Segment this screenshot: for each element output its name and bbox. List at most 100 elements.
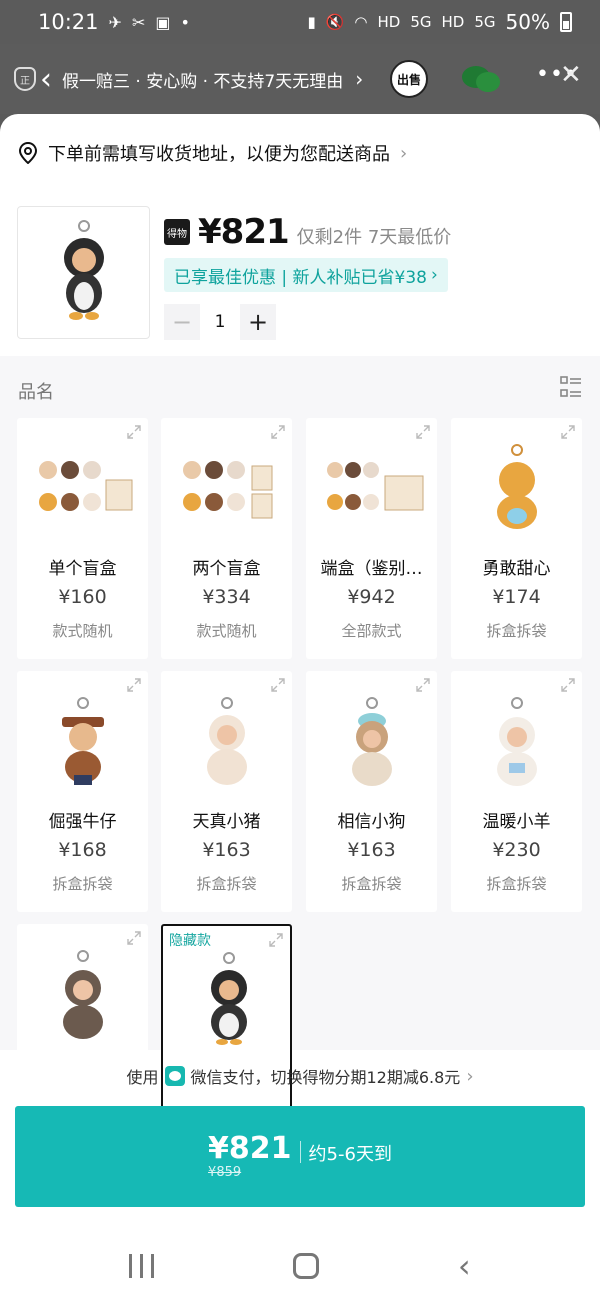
guarantee-text: 假一赔三 · 安心购 · 不支持7天无理由 bbox=[62, 71, 344, 92]
original-price: ¥859 bbox=[208, 1165, 242, 1180]
option-tag: 拆盒拆袋 bbox=[52, 875, 113, 893]
option-image bbox=[161, 695, 292, 795]
option-tag: 款式随机 bbox=[196, 622, 257, 640]
wifi-icon: ◠ bbox=[354, 13, 368, 31]
option-card[interactable]: 勇敢甜心 ¥174 拆盒拆袋 bbox=[451, 418, 582, 659]
doll-image bbox=[63, 219, 104, 320]
status-bar: 10:21 ✈ ✂ ▣ • ▮ 🔇 ◠ HD 5G HD 5G 50% bbox=[0, 0, 600, 44]
option-name: 勇敢甜心 bbox=[482, 559, 551, 579]
expand-icon[interactable] bbox=[268, 932, 284, 948]
option-card[interactable]: 端盒（鉴别… ¥942 全部款式 bbox=[306, 418, 437, 659]
dewu-brand-badge: 得物 bbox=[164, 219, 190, 245]
wechat-icon[interactable] bbox=[461, 64, 501, 94]
expand-icon[interactable] bbox=[126, 677, 142, 693]
battery-percent: 50% bbox=[505, 10, 550, 34]
option-name: 单个盲盒 bbox=[48, 559, 117, 579]
mute-icon: 🔇 bbox=[325, 13, 345, 31]
hd-label-1: HD bbox=[377, 13, 401, 31]
list-view-toggle-icon[interactable] bbox=[560, 376, 582, 398]
signal-5g-label-1: 5G bbox=[410, 13, 432, 31]
option-tag: 拆盒拆袋 bbox=[341, 875, 402, 893]
guarantee-banner[interactable]: 正 ‹ 假一赔三 · 安心购 · 不支持7天无理由 › bbox=[14, 62, 363, 97]
option-name: 倔强牛仔 bbox=[48, 812, 117, 832]
option-image bbox=[161, 442, 292, 542]
option-image bbox=[306, 442, 437, 542]
hd-label-2: HD bbox=[441, 13, 465, 31]
divider bbox=[299, 1140, 301, 1163]
option-card[interactable]: 单个盲盒 ¥160 款式随机 bbox=[17, 418, 148, 659]
option-card[interactable]: 天真小猪 ¥163 拆盒拆袋 bbox=[161, 671, 292, 912]
stock-note: 仅剩2件 7天最低价 bbox=[296, 227, 452, 248]
option-price: ¥160 bbox=[58, 586, 107, 608]
recent-apps-button[interactable] bbox=[129, 1254, 155, 1278]
expand-icon[interactable] bbox=[270, 424, 286, 440]
promo-text: 已享最佳优惠 | 新人补贴已省¥38 bbox=[174, 267, 427, 288]
option-image bbox=[163, 950, 290, 1050]
option-price: ¥174 bbox=[492, 586, 541, 608]
back-icon[interactable]: ‹ bbox=[40, 62, 52, 97]
option-image bbox=[451, 442, 582, 542]
option-card[interactable]: 温暖小羊 ¥230 拆盒拆袋 bbox=[451, 671, 582, 912]
gallery-icon: ▣ bbox=[155, 12, 171, 32]
product-price: ¥821 bbox=[198, 212, 290, 252]
option-tag: 拆盒拆袋 bbox=[486, 622, 547, 640]
status-time: 10:21 bbox=[38, 10, 99, 34]
option-price: ¥230 bbox=[492, 839, 541, 861]
expand-icon[interactable] bbox=[560, 677, 576, 693]
home-button[interactable] bbox=[293, 1253, 320, 1279]
option-name: 端盒（鉴别… bbox=[320, 559, 423, 579]
product-thumbnail[interactable] bbox=[17, 206, 150, 339]
option-name: 相信小狗 bbox=[337, 812, 406, 832]
background-page-header: 正 ‹ 假一赔三 · 安心购 · 不支持7天无理由 › 出售 ••• ✕ bbox=[0, 44, 600, 114]
expand-icon[interactable] bbox=[270, 677, 286, 693]
address-prompt-text: 下单前需填写收货地址，以便为您配送商品 bbox=[48, 144, 390, 165]
option-image bbox=[451, 695, 582, 795]
sell-button[interactable]: 出售 bbox=[390, 60, 428, 98]
option-tag: 款式随机 bbox=[52, 622, 113, 640]
product-summary: 得物 ¥821 仅剩2件 7天最低价 已享最佳优惠 | 新人补贴已省¥38 › … bbox=[17, 206, 583, 356]
option-name: 两个盲盒 bbox=[192, 559, 261, 579]
payment-text: 微信支付，切换得物分期12期减6.8元 bbox=[190, 1068, 461, 1087]
back-button[interactable]: ‹ bbox=[458, 1247, 471, 1285]
expand-icon[interactable] bbox=[415, 677, 431, 693]
option-card[interactable]: 倔强牛仔 ¥168 拆盒拆袋 bbox=[17, 671, 148, 912]
missed-call-icon: ✂ bbox=[131, 12, 146, 32]
delivery-eta: 约5-6天到 bbox=[308, 1143, 392, 1165]
option-card[interactable]: 相信小狗 ¥163 拆盒拆袋 bbox=[306, 671, 437, 912]
wechat-pay-icon bbox=[164, 1066, 185, 1086]
chevron-right-icon: › bbox=[400, 142, 408, 164]
chevron-right-icon: › bbox=[355, 67, 364, 91]
expand-icon[interactable] bbox=[126, 424, 142, 440]
chevron-right-icon: › bbox=[466, 1065, 474, 1087]
expand-icon[interactable] bbox=[560, 424, 576, 440]
option-tag: 拆盒拆袋 bbox=[196, 875, 257, 893]
address-prompt-row[interactable]: 下单前需填写收货地址，以便为您配送商品 › bbox=[18, 140, 407, 166]
option-name: 天真小猪 bbox=[192, 812, 261, 832]
expand-icon[interactable] bbox=[415, 424, 431, 440]
buy-button[interactable]: ¥821 ¥859 约5-6天到 bbox=[15, 1106, 585, 1207]
hidden-edition-badge: 隐藏款 bbox=[169, 933, 211, 949]
option-image bbox=[17, 948, 148, 1048]
purchase-sheet: 下单前需填写收货地址，以便为您配送商品 › 得物 ¥821 仅剩2件 7天最低价… bbox=[0, 114, 600, 1300]
payment-prefix: 使用 bbox=[126, 1068, 159, 1087]
option-price: ¥163 bbox=[347, 839, 396, 861]
option-image bbox=[306, 695, 437, 795]
chevron-right-icon: › bbox=[430, 265, 438, 285]
increase-quantity-button[interactable]: + bbox=[240, 304, 276, 340]
location-pin-icon bbox=[18, 142, 38, 164]
more-notifications-icon: • bbox=[180, 12, 190, 32]
option-price: ¥168 bbox=[58, 839, 107, 861]
options-title: 品名 bbox=[18, 382, 54, 403]
option-card[interactable]: 两个盲盒 ¥334 款式随机 bbox=[161, 418, 292, 659]
battery-saver-icon: ▮ bbox=[307, 13, 316, 31]
expand-icon[interactable] bbox=[126, 930, 142, 946]
option-tag: 拆盒拆袋 bbox=[486, 875, 547, 893]
decrease-quantity-button[interactable]: − bbox=[164, 304, 200, 340]
system-navigation-bar: ‹ bbox=[0, 1232, 600, 1300]
option-tag: 全部款式 bbox=[341, 622, 402, 640]
close-icon[interactable]: ✕ bbox=[560, 60, 582, 90]
payment-method-row[interactable]: 使用 微信支付，切换得物分期12期减6.8元 › bbox=[0, 1064, 600, 1088]
promo-discount-pill[interactable]: 已享最佳优惠 | 新人补贴已省¥38 › bbox=[164, 258, 448, 292]
option-price: ¥163 bbox=[202, 839, 251, 861]
quantity-value: 1 bbox=[214, 312, 226, 332]
